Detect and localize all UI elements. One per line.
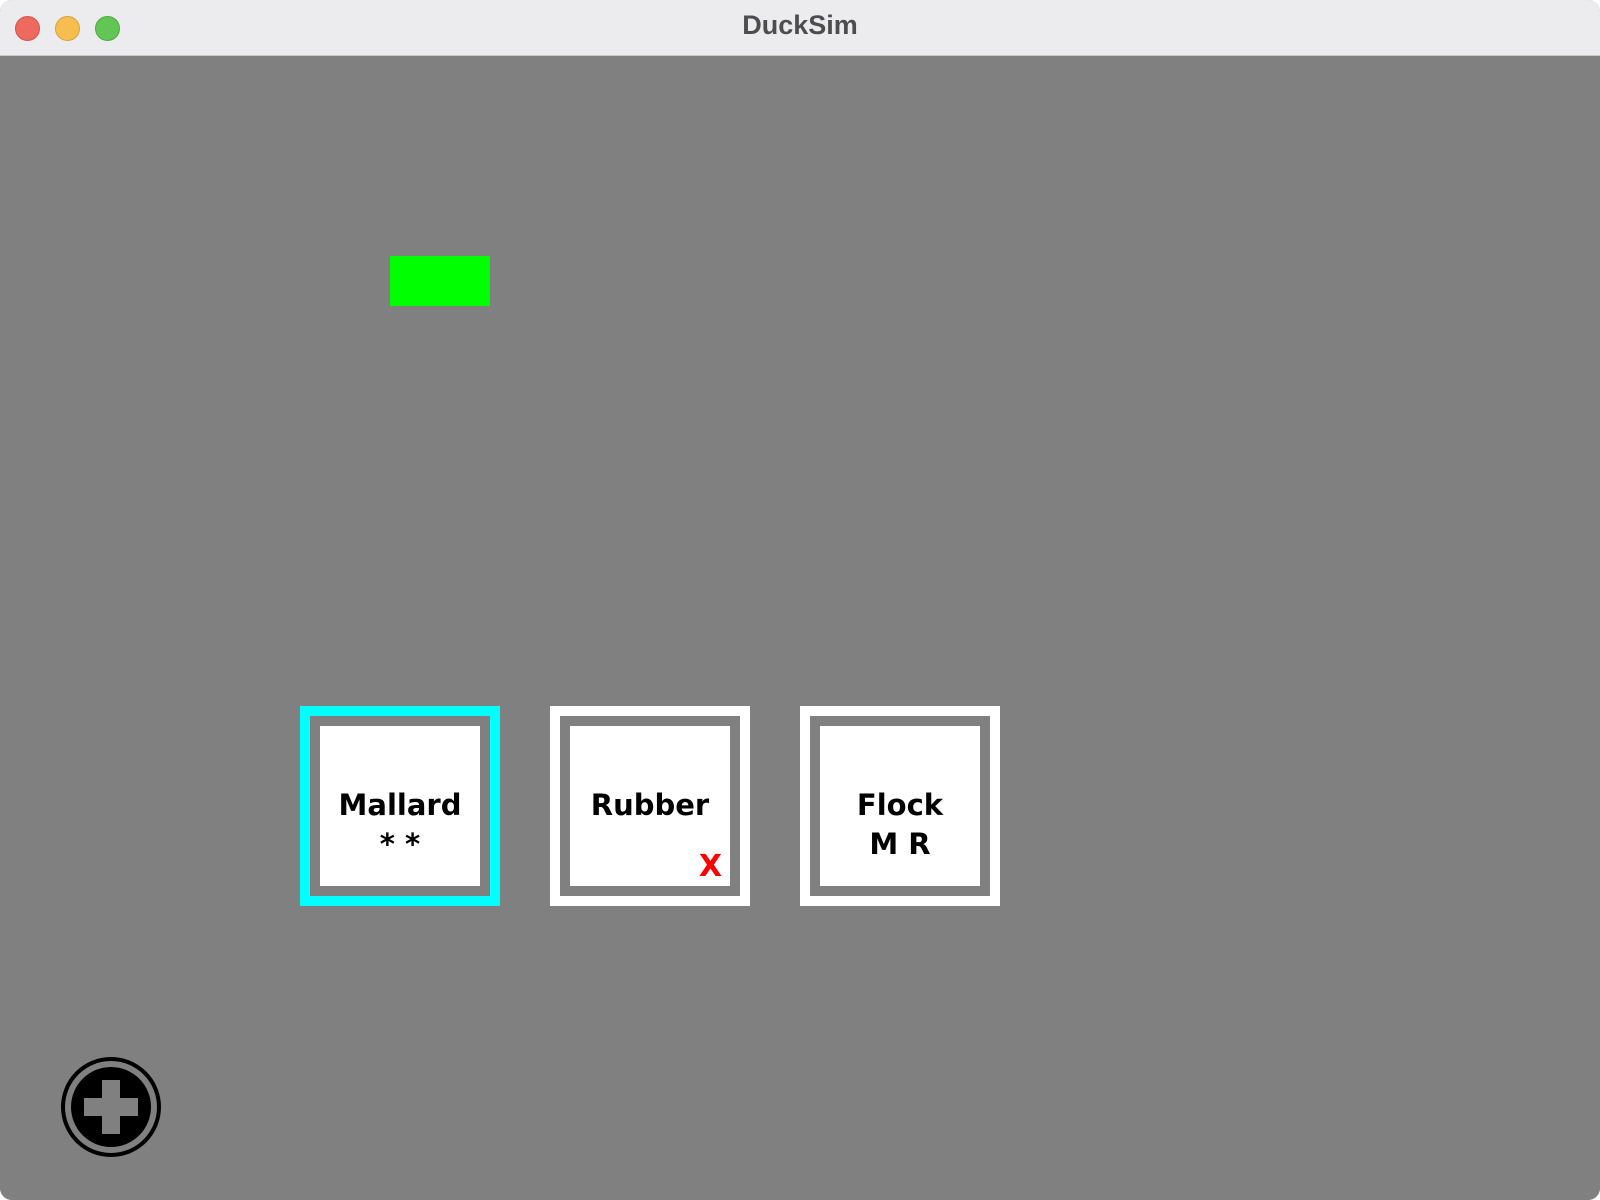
app-window: DuckSim Mallard * * Rubber X Flock M R [0, 0, 1600, 1200]
card-flag: X [698, 849, 722, 884]
green-block[interactable] [390, 256, 490, 306]
add-duck-button[interactable] [60, 1056, 162, 1158]
card-name: Flock [856, 788, 944, 822]
card-frame: Rubber X [560, 716, 740, 896]
card-face: Rubber X [570, 726, 730, 886]
add-circle-icon [61, 1057, 161, 1157]
duck-card-mallard[interactable]: Mallard * * [300, 706, 500, 906]
card-face: Mallard * * [320, 726, 480, 886]
duck-card-flock[interactable]: Flock M R [800, 706, 1000, 906]
card-frame: Flock M R [810, 716, 990, 896]
card-indicators: * * [379, 827, 421, 861]
card-name: Mallard [338, 788, 462, 822]
duck-card-rubber[interactable]: Rubber X [550, 706, 750, 906]
sim-canvas[interactable]: Mallard * * Rubber X Flock M R [0, 56, 1600, 1200]
card-frame: Mallard * * [310, 716, 490, 896]
card-indicators: M R [869, 827, 931, 861]
title-bar: DuckSim [0, 0, 1600, 56]
card-name: Rubber [590, 788, 710, 822]
window-title: DuckSim [742, 10, 858, 40]
card-face: Flock M R [820, 726, 980, 886]
